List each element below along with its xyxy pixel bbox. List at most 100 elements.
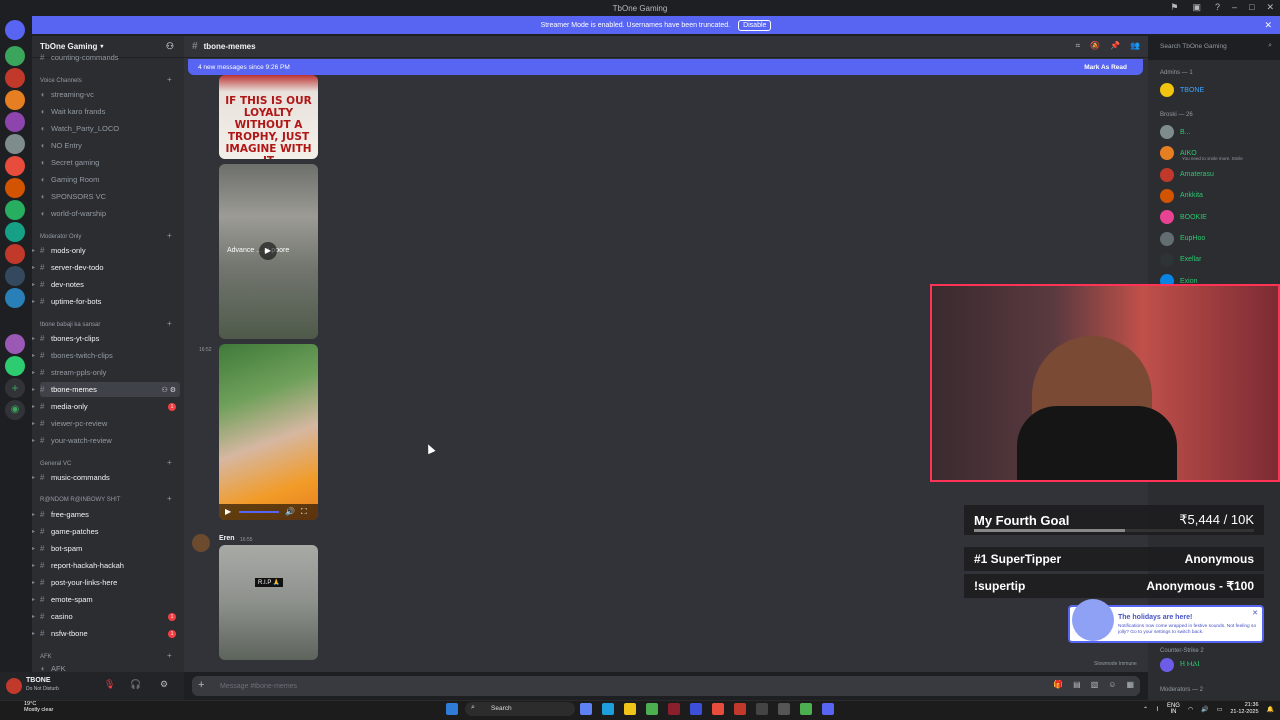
- channel-item[interactable]: ▸ # report-hackah-hackah: [32, 558, 180, 573]
- edge-icon[interactable]: [602, 703, 614, 715]
- member-item[interactable]: AIKO You need to smile more. Smile: [1160, 145, 1243, 161]
- add-channel-icon[interactable]: +: [167, 651, 172, 660]
- avatar[interactable]: [6, 678, 22, 694]
- user-settings-gear-icon[interactable]: ⚙: [160, 679, 168, 690]
- attach-plus-icon[interactable]: +: [198, 679, 204, 691]
- channel-item[interactable]: ▸ # free-games: [32, 507, 180, 522]
- wifi-icon[interactable]: ◠: [1188, 706, 1193, 713]
- member-list-icon[interactable]: 👥: [1130, 41, 1140, 51]
- channel-item[interactable]: ▸ # your-watch-review: [32, 433, 180, 448]
- server-icon[interactable]: [5, 68, 25, 88]
- app-icon[interactable]: [690, 703, 702, 715]
- channel-item[interactable]: ▸ # music-commands: [32, 470, 180, 485]
- channel-item[interactable]: ◖ Secret gaming: [40, 155, 180, 170]
- channel-item[interactable]: ▸ # tbones-twitch-clips: [32, 348, 180, 363]
- server-icon[interactable]: [5, 288, 25, 308]
- category-general[interactable]: General VC: [40, 461, 71, 467]
- category-tbone[interactable]: tbone babaji ka sansar: [40, 322, 100, 328]
- collapse-arrow-icon[interactable]: ▸: [32, 264, 35, 271]
- channel-item[interactable]: ▸ # casino 1: [32, 609, 180, 624]
- video-attachment[interactable]: ▶ 🔊 ⛶: [219, 344, 318, 520]
- member-item[interactable]: Ankkita: [1160, 188, 1203, 204]
- gif-icon[interactable]: ▤: [1073, 680, 1081, 689]
- notification-bell-icon[interactable]: 🔔: [1267, 706, 1274, 713]
- category-random[interactable]: R@NDOM R@INBOWY SH!T: [40, 497, 120, 503]
- channel-item[interactable]: ▸ # uptime-for-bots: [32, 294, 180, 309]
- help-icon[interactable]: ?: [1215, 2, 1220, 13]
- collapse-arrow-icon[interactable]: ▸: [32, 562, 35, 569]
- channel-item[interactable]: ◖ Wait karo frands: [40, 104, 180, 119]
- pin-icon[interactable]: 📌: [1110, 41, 1120, 51]
- member-item[interactable]: B...: [1160, 124, 1191, 140]
- channel-item[interactable]: ▸ # stream-ppls-only: [32, 365, 180, 380]
- clock[interactable]: 21:36 21-12-2025: [1230, 702, 1258, 716]
- meme-image[interactable]: IF THIS IS OUR LOYALTY WITHOUT A TROPHY,…: [219, 75, 318, 159]
- gift-icon[interactable]: 🎁: [1053, 680, 1063, 689]
- channel-item[interactable]: ◖ world-of-warship: [40, 206, 180, 221]
- add-channel-icon[interactable]: +: [167, 231, 172, 240]
- collapse-arrow-icon[interactable]: ▸: [32, 386, 35, 393]
- threads-icon[interactable]: ⌗: [1076, 41, 1081, 51]
- category-voice[interactable]: Voice Channels: [40, 78, 82, 84]
- member-item[interactable]: TBONE: [1160, 82, 1204, 98]
- mark-as-read-button[interactable]: Mark As Read: [1084, 64, 1127, 71]
- brave-icon[interactable]: [734, 703, 746, 715]
- disable-streamer-button[interactable]: Disable: [738, 19, 772, 31]
- server-icon[interactable]: [5, 156, 25, 176]
- server-icon[interactable]: [5, 134, 25, 154]
- discover-icon[interactable]: ◉: [5, 400, 25, 420]
- emoji-icon[interactable]: ☺: [1108, 680, 1116, 689]
- collapse-arrow-icon[interactable]: ▸: [32, 528, 35, 535]
- channel-item[interactable]: ◖ NO Entry: [40, 138, 180, 153]
- close-icon[interactable]: ✕: [1252, 609, 1258, 617]
- channel-item[interactable]: ▸ # nsfw-tbone 1: [32, 626, 180, 641]
- server-icon[interactable]: [5, 244, 25, 264]
- inbox-icon[interactable]: ▣: [1192, 2, 1201, 13]
- collapse-arrow-icon[interactable]: ▸: [32, 403, 35, 410]
- maximize-button[interactable]: □: [1249, 2, 1254, 13]
- category-moderator[interactable]: Moderator Only: [40, 234, 81, 240]
- channel-item[interactable]: ◖ streaming-vc: [40, 87, 180, 102]
- apps-icon[interactable]: ▦: [1126, 680, 1134, 689]
- server-icon[interactable]: [5, 112, 25, 132]
- collapse-arrow-icon[interactable]: ▸: [32, 369, 35, 376]
- close-window-button[interactable]: ✕: [1266, 2, 1274, 13]
- channel-item[interactable]: ◖ SPONSORS VC: [40, 189, 180, 204]
- minimize-button[interactable]: –: [1232, 2, 1237, 13]
- collapse-arrow-icon[interactable]: ▸: [32, 579, 35, 586]
- message-author[interactable]: Eren: [219, 535, 235, 542]
- collapse-arrow-icon[interactable]: ▸: [32, 630, 35, 637]
- message-input[interactable]: + Message #tbone-memes 🎁 ▤ ▧ ☺ ▦: [192, 676, 1140, 696]
- channel-item[interactable]: ▸ # tbones-yt-clips: [32, 331, 180, 346]
- category-afk[interactable]: AFK: [40, 654, 52, 660]
- notifications-icon[interactable]: 🔕: [1090, 41, 1100, 51]
- fullscreen-icon[interactable]: ⛶: [301, 507, 307, 517]
- copilot-icon[interactable]: [580, 703, 592, 715]
- channel-item[interactable]: ▸ # viewer-pc-review: [32, 416, 180, 431]
- add-channel-icon[interactable]: +: [167, 458, 172, 467]
- server-icon[interactable]: [5, 356, 25, 376]
- channel-item[interactable]: ▸ # bot-spam: [32, 541, 180, 556]
- sticker-icon[interactable]: ▧: [1091, 680, 1099, 689]
- channel-item[interactable]: ▸ # media-only 1: [32, 399, 180, 414]
- invite-icon[interactable]: ⚇: [166, 41, 174, 52]
- collapse-arrow-icon[interactable]: ▸: [32, 281, 35, 288]
- battery-icon[interactable]: ▭: [1217, 706, 1223, 713]
- collapse-arrow-icon[interactable]: ▸: [32, 511, 35, 518]
- channel-item[interactable]: ▸ # emote-spam: [32, 592, 180, 607]
- video-attachment[interactable]: R.I.P 🙏: [219, 545, 318, 660]
- collapse-arrow-icon[interactable]: ▸: [32, 596, 35, 603]
- collapse-arrow-icon[interactable]: ▸: [32, 352, 35, 359]
- video-attachment[interactable]: Advance ... ai poore ▶: [219, 164, 318, 339]
- server-icon[interactable]: [5, 46, 25, 66]
- close-icon[interactable]: ✕: [1264, 20, 1272, 31]
- channel-item[interactable]: ▸ # server-dev-todo: [32, 260, 180, 275]
- play-icon[interactable]: ▶: [225, 507, 231, 516]
- add-channel-icon[interactable]: +: [167, 494, 172, 503]
- volume-icon[interactable]: 🔊: [1201, 706, 1208, 713]
- app-icon[interactable]: [712, 703, 724, 715]
- settings-icon[interactable]: [778, 703, 790, 715]
- avatar[interactable]: [192, 534, 210, 552]
- member-item[interactable]: EupHoo: [1160, 231, 1205, 247]
- volume-icon[interactable]: 🔊: [285, 507, 295, 516]
